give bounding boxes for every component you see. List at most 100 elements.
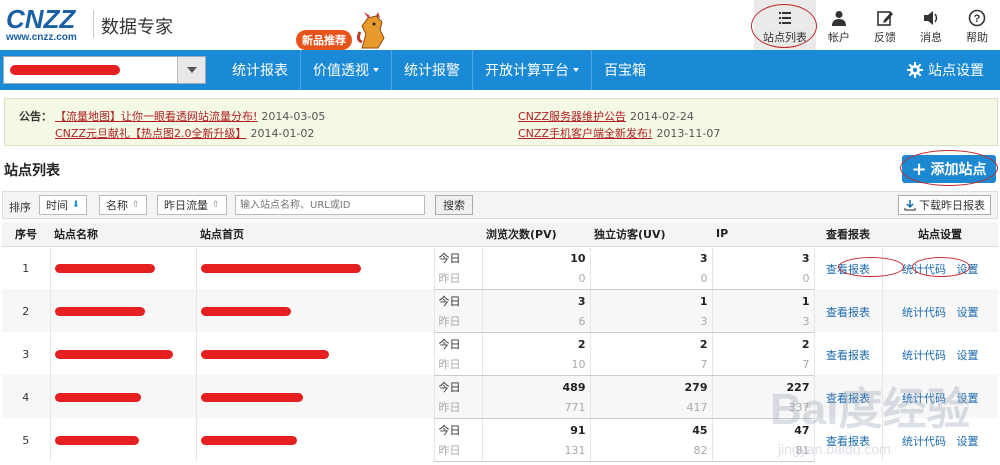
announcement-link[interactable]: CNZZ服务器维护公告 bbox=[518, 110, 626, 123]
period-yesterday: 昨日 bbox=[433, 354, 482, 376]
site-selector-dropdown[interactable] bbox=[3, 56, 206, 84]
announcement-link[interactable]: CNZZ元旦献礼【热点图2.0全新升级】 bbox=[55, 127, 246, 140]
report-cell: 查看报表 bbox=[813, 289, 882, 332]
ip-today: 2 bbox=[711, 332, 814, 354]
announcement-link[interactable]: CNZZ手机客户端全新发布! bbox=[518, 127, 652, 140]
col-site-name: 站点名称 bbox=[50, 222, 196, 247]
view-report-link[interactable]: 查看报表 bbox=[826, 263, 870, 276]
site-list-label: 站点列表 bbox=[763, 31, 807, 44]
gear-icon bbox=[907, 62, 923, 78]
uv-yesterday: 417 bbox=[589, 397, 712, 419]
col-pv: 浏览次数(PV) bbox=[482, 222, 590, 247]
site-settings-button[interactable]: 站点设置 bbox=[907, 50, 984, 90]
sort-label: 排序 bbox=[9, 201, 31, 214]
report-cell: 查看报表 bbox=[813, 332, 882, 375]
announcement-date: 2013-11-07 bbox=[656, 127, 721, 140]
site-name-cell[interactable] bbox=[49, 418, 196, 461]
pv-yesterday: 771 bbox=[481, 397, 590, 419]
help-icon: ? bbox=[968, 9, 986, 27]
view-report-link[interactable]: 查看报表 bbox=[826, 306, 870, 319]
settings-link[interactable]: 设置 bbox=[957, 306, 979, 319]
download-report-button[interactable]: 下载昨日报表 bbox=[898, 195, 991, 215]
ip-today: 1 bbox=[711, 289, 814, 311]
sort-time-label: 时间 bbox=[46, 199, 68, 212]
site-list-button[interactable]: 站点列表 bbox=[751, 0, 817, 50]
site-homepage-cell[interactable] bbox=[195, 332, 434, 375]
nav-item-toolbox[interactable]: 百宝箱 bbox=[592, 50, 658, 90]
redacted-site-name bbox=[54, 264, 155, 274]
download-icon bbox=[904, 200, 916, 211]
horse-mascot-icon bbox=[356, 12, 385, 49]
nav-item-value-insight[interactable]: 价值透视 bbox=[301, 50, 392, 90]
nav-item-stats-report[interactable]: 统计报表 bbox=[220, 50, 301, 90]
nav-item-label: 统计报表 bbox=[232, 63, 288, 79]
uv-today: 1 bbox=[589, 289, 712, 311]
site-name-cell[interactable] bbox=[49, 375, 196, 418]
site-name-cell[interactable] bbox=[49, 289, 196, 332]
settings-cell: 统计代码 设置 bbox=[881, 246, 998, 289]
add-site-label: 添加站点 bbox=[930, 162, 987, 178]
stats-code-link[interactable]: 统计代码 bbox=[902, 349, 946, 362]
settings-cell: 统计代码 设置 bbox=[881, 332, 998, 375]
site-homepage-cell[interactable] bbox=[195, 418, 434, 461]
help-button[interactable]: ? 帮助 bbox=[954, 0, 1000, 50]
redacted-homepage bbox=[200, 436, 297, 445]
pv-yesterday: 10 bbox=[481, 354, 590, 376]
view-report-link[interactable]: 查看报表 bbox=[826, 349, 870, 362]
nav-menu: 统计报表 价值透视 统计报警 开放计算平台 百宝箱 bbox=[220, 50, 658, 90]
col-ip: IP bbox=[712, 222, 814, 247]
stats-code-link[interactable]: 统计代码 bbox=[902, 263, 946, 276]
user-icon bbox=[832, 11, 846, 26]
uv-yesterday: 3 bbox=[589, 311, 712, 333]
sort-arrow-icon: ⇧ bbox=[132, 200, 140, 210]
announcement-link[interactable]: 【流量地图】让你一眼看透网站流量分布! bbox=[55, 110, 257, 123]
ip-yesterday: 7 bbox=[711, 354, 814, 376]
stats-code-link[interactable]: 统计代码 bbox=[902, 306, 946, 319]
site-search-input[interactable] bbox=[235, 195, 425, 215]
site-homepage-cell[interactable] bbox=[195, 246, 434, 289]
period-today: 今日 bbox=[433, 246, 482, 268]
announcement-item: CNZZ元旦献礼【热点图2.0全新升级】 2014-01-02 bbox=[55, 125, 314, 141]
site-homepage-cell[interactable] bbox=[195, 289, 434, 332]
pv-today: 2 bbox=[481, 332, 590, 354]
sort-filter-bar: 排序 时间 ⬇ 名称 ⇧ 昨日流量 ⇧ 搜索 下载昨日报表 bbox=[2, 191, 998, 219]
row-index: 1 bbox=[2, 246, 50, 289]
pv-today: 3 bbox=[481, 289, 590, 311]
col-homepage: 站点首页 bbox=[196, 222, 434, 247]
sort-by-time-button[interactable]: 时间 ⬇ bbox=[39, 195, 87, 215]
nav-item-stats-alert[interactable]: 统计报警 bbox=[392, 50, 473, 90]
main-nav: 统计报表 价值透视 统计报警 开放计算平台 百宝箱 站点设置 bbox=[0, 50, 1000, 90]
cnzz-logo[interactable]: CNZZ www.cnzz.com bbox=[6, 6, 77, 43]
caret-down-icon bbox=[573, 68, 579, 72]
sort-traffic-label: 昨日流量 bbox=[164, 199, 208, 212]
site-homepage-cell[interactable] bbox=[195, 375, 434, 418]
new-product-promo[interactable]: 新品推荐 bbox=[296, 12, 396, 52]
announcement-label: 公告： bbox=[19, 110, 52, 123]
search-button[interactable]: 搜索 bbox=[435, 195, 473, 215]
dropdown-arrow[interactable] bbox=[177, 57, 205, 83]
account-button[interactable]: 帐户 bbox=[816, 0, 862, 50]
help-label: 帮助 bbox=[966, 31, 988, 44]
pv-today: 91 bbox=[481, 418, 590, 440]
pv-today: 10 bbox=[481, 246, 590, 268]
settings-link[interactable]: 设置 bbox=[957, 349, 979, 362]
pv-yesterday: 6 bbox=[481, 311, 590, 333]
logo-url: www.cnzz.com bbox=[6, 32, 77, 43]
add-site-button[interactable]: + 添加站点 bbox=[902, 155, 996, 183]
feedback-button[interactable]: 反馈 bbox=[862, 0, 908, 50]
col-uv: 独立访客(UV) bbox=[590, 222, 712, 247]
sort-by-name-button[interactable]: 名称 ⇧ bbox=[99, 195, 147, 215]
pv-today: 489 bbox=[481, 375, 590, 397]
period-today: 今日 bbox=[433, 289, 482, 311]
col-index: 序号 bbox=[2, 222, 50, 247]
redacted-homepage bbox=[200, 393, 303, 402]
nav-item-label: 百宝箱 bbox=[604, 63, 646, 79]
announcement-item: CNZZ服务器维护公告 2014-02-24 bbox=[518, 108, 694, 124]
sort-by-traffic-button[interactable]: 昨日流量 ⇧ bbox=[157, 195, 227, 215]
site-name-cell[interactable] bbox=[49, 246, 196, 289]
site-name-cell[interactable] bbox=[49, 332, 196, 375]
settings-link[interactable]: 设置 bbox=[957, 263, 979, 276]
uv-yesterday: 7 bbox=[589, 354, 712, 376]
nav-item-open-compute[interactable]: 开放计算平台 bbox=[473, 50, 592, 90]
messages-button[interactable]: 消息 bbox=[908, 0, 954, 50]
